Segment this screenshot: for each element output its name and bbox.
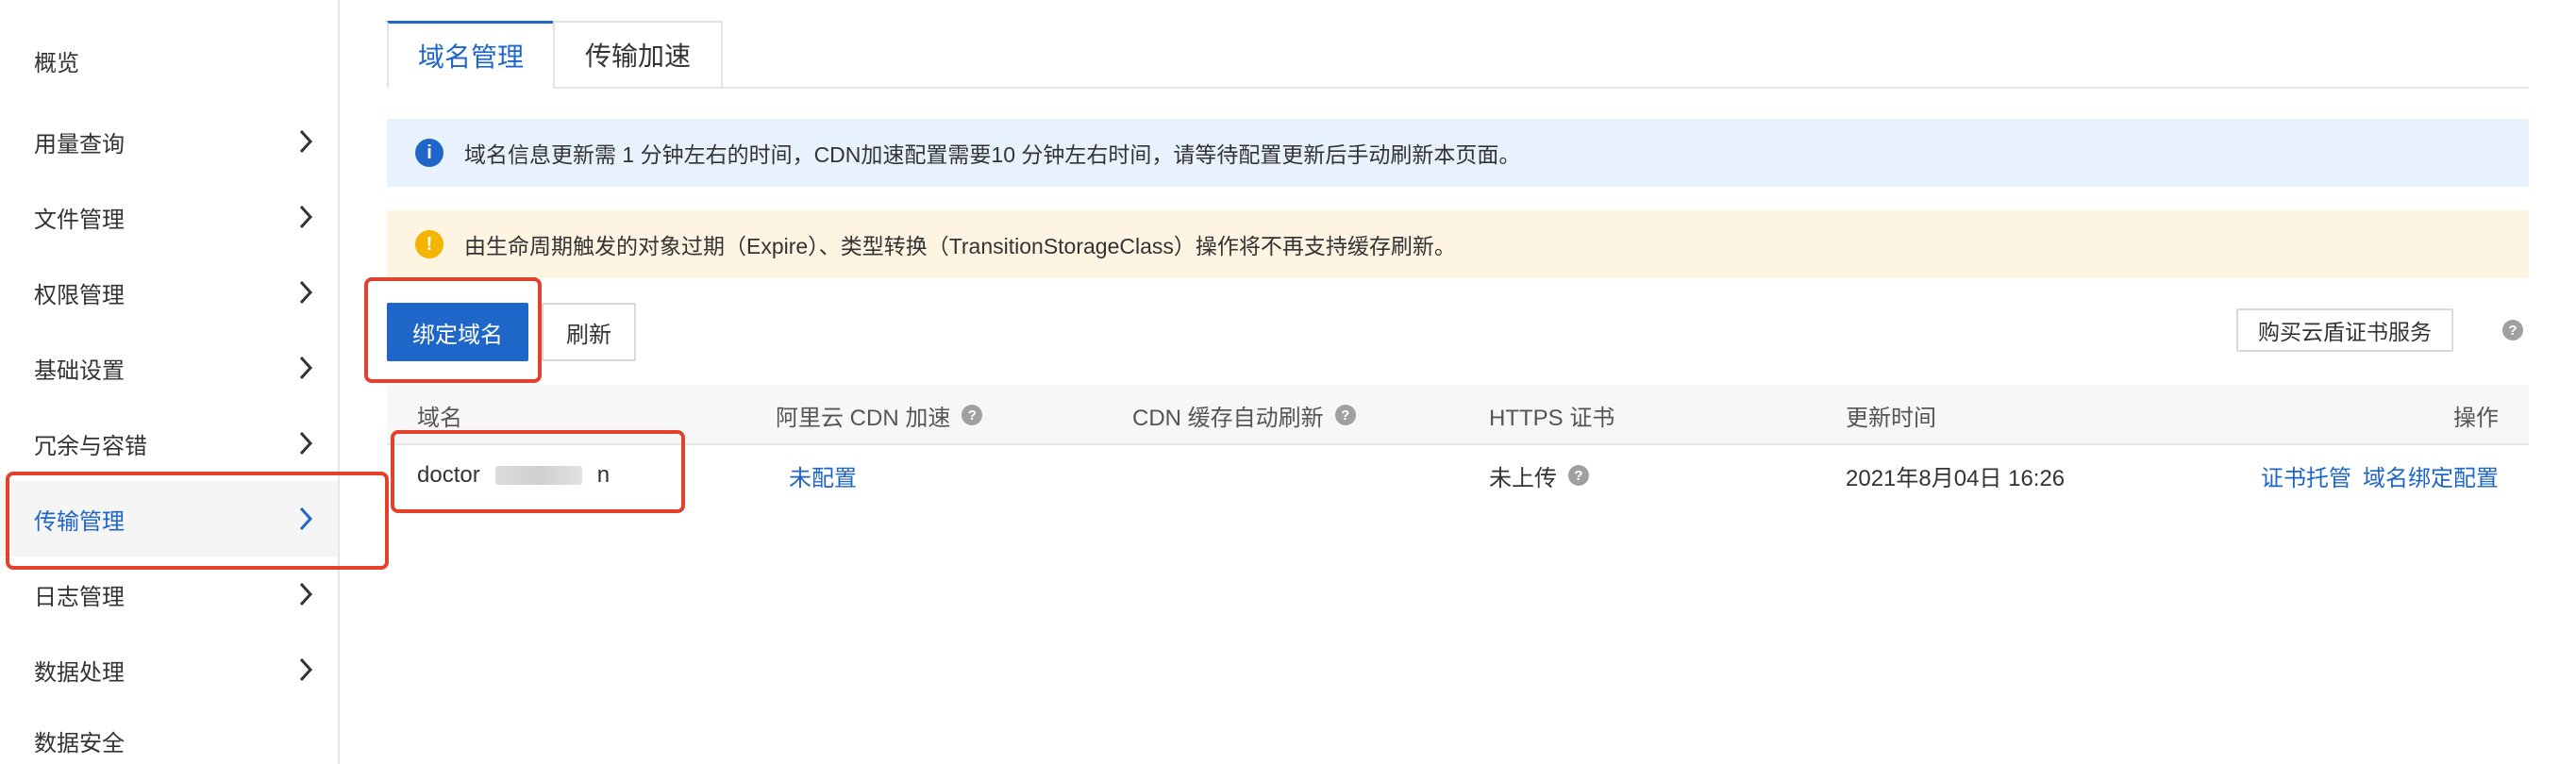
- sidebar-item-data-processing[interactable]: 数据处理: [0, 632, 338, 707]
- chevron-right-icon: [296, 356, 315, 380]
- sidebar-item-label: 文件管理: [34, 207, 125, 233]
- updated-cell: 2021年8月04日 16:26: [1846, 465, 2066, 491]
- warning-icon: !: [415, 230, 443, 258]
- column-header-updated: 更新时间: [1846, 405, 1936, 431]
- help-icon[interactable]: ?: [962, 405, 983, 425]
- table-header: 域名 阿里云 CDN 加速? CDN 缓存自动刷新? HTTPS 证书 更新时间…: [387, 385, 2529, 445]
- sidebar-item-usage[interactable]: 用量查询: [0, 104, 338, 179]
- column-header-cdn: 阿里云 CDN 加速?: [776, 385, 983, 445]
- info-icon: i: [415, 139, 443, 167]
- tab-domain-management[interactable]: 域名管理: [387, 21, 555, 89]
- warning-alert: ! 由生命周期触发的对象过期（Expire）、类型转换（TransitionSt…: [387, 210, 2529, 278]
- table-row: doctor n 未配置 未上传? 2021年8月04日 16:26 证书托管 域…: [387, 445, 2529, 506]
- chevron-right-icon: [296, 431, 315, 456]
- column-header-actions: 操作: [2453, 405, 2499, 431]
- sidebar-item-label: 传输管理: [34, 508, 125, 535]
- sidebar: 概览 用量查询 文件管理 权限管理 基础设置 冗余与容错 传输管理 日志管理 数…: [0, 0, 340, 764]
- sidebar-item-label: 日志管理: [34, 584, 125, 610]
- sidebar-item-label: 冗余与容错: [34, 433, 147, 459]
- column-header-domain: 域名: [417, 405, 462, 431]
- main-content: 域名管理 传输加速 i 域名信息更新需 1 分钟左右的时间，CDN加速配置需要1…: [387, 0, 2529, 764]
- sidebar-item-redundancy[interactable]: 冗余与容错: [0, 406, 338, 481]
- sidebar-item-data-security[interactable]: 数据安全: [0, 703, 338, 764]
- warning-alert-text: 由生命周期触发的对象过期（Expire）、类型转换（TransitionStor…: [464, 234, 1456, 258]
- domain-binding-config-link[interactable]: 域名绑定配置: [2363, 459, 2499, 492]
- page: 概览 用量查询 文件管理 权限管理 基础设置 冗余与容错 传输管理 日志管理 数…: [0, 0, 2576, 764]
- sidebar-item-basic-settings[interactable]: 基础设置: [0, 330, 338, 406]
- sidebar-item-label: 概览: [34, 50, 79, 76]
- sidebar-item-logs[interactable]: 日志管理: [0, 556, 338, 632]
- cdn-cell: 未配置: [789, 445, 857, 506]
- chevron-right-icon: [296, 582, 315, 606]
- domain-cell: doctor n: [417, 462, 611, 488]
- chevron-right-icon: [296, 205, 315, 229]
- sidebar-item-overview[interactable]: 概览: [0, 23, 338, 98]
- tab-transfer-acceleration[interactable]: 传输加速: [553, 21, 723, 89]
- chevron-right-icon: [296, 129, 315, 154]
- cdn-config-link[interactable]: 未配置: [789, 459, 857, 492]
- chevron-right-icon: [296, 657, 315, 682]
- chevron-right-icon: [296, 280, 315, 305]
- buy-cert-button[interactable]: 购买云盾证书服务: [2236, 308, 2453, 352]
- help-icon[interactable]: ?: [2502, 320, 2523, 340]
- column-header-https: HTTPS 证书: [1489, 405, 1615, 431]
- info-alert: i 域名信息更新需 1 分钟左右的时间，CDN加速配置需要10 分钟左右时间，请…: [387, 119, 2529, 187]
- tab-bar: 域名管理 传输加速: [387, 21, 2529, 89]
- refresh-button[interactable]: 刷新: [542, 303, 636, 361]
- masked-text: [494, 466, 582, 485]
- chevron-right-icon: [296, 507, 315, 531]
- sidebar-item-label: 权限管理: [34, 282, 125, 308]
- info-alert-text: 域名信息更新需 1 分钟左右的时间，CDN加速配置需要10 分钟左右时间，请等待…: [464, 142, 1521, 167]
- sidebar-item-label: 数据处理: [34, 659, 125, 686]
- sidebar-item-transfer[interactable]: 传输管理: [0, 481, 338, 556]
- sidebar-item-permissions[interactable]: 权限管理: [0, 255, 338, 330]
- sidebar-item-label: 基础设置: [34, 357, 125, 384]
- actions-cell: 证书托管 域名绑定配置: [2261, 445, 2499, 506]
- help-icon[interactable]: ?: [1568, 465, 1589, 486]
- https-cell: 未上传?: [1489, 445, 1589, 506]
- sidebar-item-label: 用量查询: [34, 131, 125, 158]
- bind-domain-button[interactable]: 绑定域名: [387, 303, 528, 361]
- sidebar-item-files[interactable]: 文件管理: [0, 179, 338, 255]
- cert-hosting-link[interactable]: 证书托管: [2261, 459, 2351, 492]
- help-icon[interactable]: ?: [1334, 405, 1356, 425]
- sidebar-item-label: 数据安全: [34, 730, 125, 756]
- column-header-cdn-refresh: CDN 缓存自动刷新?: [1132, 385, 1356, 445]
